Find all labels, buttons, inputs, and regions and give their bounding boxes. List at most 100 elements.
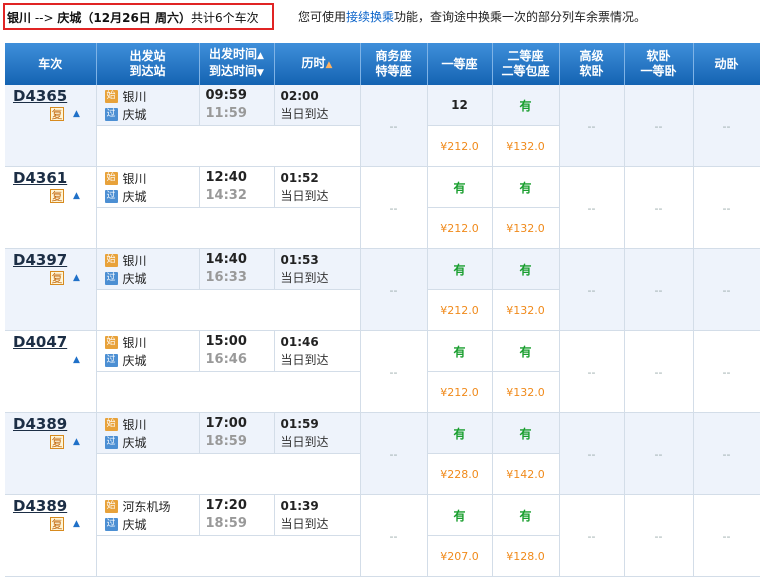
soft-sleeper-seat: -- bbox=[624, 412, 694, 495]
departure-time: 15:00 bbox=[205, 334, 247, 349]
price-spacer bbox=[96, 207, 361, 249]
soft-sleeper-seat: -- bbox=[624, 248, 694, 331]
high-soft-sleeper-seat: -- bbox=[559, 494, 625, 577]
second-class-price: ¥132.0 bbox=[492, 207, 560, 249]
col-first: 一等座 bbox=[427, 43, 493, 85]
first-class-seat: 有 bbox=[427, 494, 493, 536]
price-spacer bbox=[96, 535, 361, 577]
pass-station-icon: 过 bbox=[104, 517, 118, 531]
dongwo-seat: -- bbox=[693, 85, 760, 167]
fu-icon[interactable]: 复 bbox=[50, 517, 64, 531]
dongwo-seat: -- bbox=[693, 248, 760, 331]
arrival-day: 当日到达 bbox=[280, 271, 329, 285]
second-class-seat: 有 bbox=[492, 330, 560, 372]
route-summary: 银川 --> 庆城（12月26日 周六）共计6个车次 bbox=[3, 3, 274, 30]
hint-prefix: 您可使用 bbox=[298, 10, 347, 24]
duration-cell: 01:59 当日到达 bbox=[274, 412, 361, 454]
business-seat: -- bbox=[360, 494, 428, 577]
station-cell: 始银川过庆城 bbox=[96, 330, 200, 372]
station-cell: 始银川过庆城 bbox=[96, 412, 200, 454]
first-class-seat: 12 bbox=[427, 85, 493, 126]
train-row: D4397 复 ▲ 始银川过庆城 14:40 16:33 01:53 当日到达 -- 有有 -- --… bbox=[5, 248, 760, 331]
duration-cell: 01:39 当日到达 bbox=[274, 494, 361, 536]
time-cell: 15:00 16:46 bbox=[199, 330, 275, 372]
arrival-day: 当日到达 bbox=[280, 435, 329, 449]
route-date: （12月26日 周六） bbox=[81, 11, 191, 25]
duration-cell: 01:52 当日到达 bbox=[274, 166, 361, 208]
second-class-price: ¥132.0 bbox=[492, 125, 560, 167]
expand-stops-icon[interactable]: ▲ bbox=[73, 519, 80, 529]
to-station: 庆城 bbox=[122, 353, 147, 368]
duration-value: 01:39 bbox=[280, 499, 319, 513]
time-cell: 14:40 16:33 bbox=[199, 248, 275, 290]
sort-down-icon[interactable]: ▼ bbox=[257, 68, 264, 78]
fu-icon[interactable]: 复 bbox=[50, 271, 64, 285]
header-row: 车次 出发站 到达站 出发时间▲ 到达时间▼ 历时▲ 商务座 特等座 一等座 二等座… bbox=[5, 43, 760, 85]
fu-icon[interactable]: 复 bbox=[50, 107, 64, 121]
train-list: D4365 复 ▲ 始银川过庆城 09:59 11:59 02:00 当日到达 -- 12 有 -- -… bbox=[5, 85, 760, 577]
route-count: 共计6个车次 bbox=[190, 11, 259, 25]
route-arrow: --> bbox=[34, 11, 54, 25]
duration-value: 01:46 bbox=[280, 335, 319, 349]
col-train[interactable]: 车次 bbox=[5, 43, 97, 85]
first-class-price: ¥207.0 bbox=[427, 535, 493, 577]
sort-duration-icon[interactable]: ▲ bbox=[326, 60, 333, 70]
pass-station-icon: 过 bbox=[104, 353, 118, 367]
second-class-seat: 有 bbox=[492, 494, 560, 536]
business-seat: -- bbox=[360, 412, 428, 495]
soft-sleeper-seat: -- bbox=[624, 166, 694, 249]
arrival-time: 11:59 bbox=[205, 106, 247, 121]
to-station: 庆城 bbox=[122, 189, 147, 204]
duration-value: 01:59 bbox=[280, 417, 319, 431]
fu-icon[interactable]: 复 bbox=[50, 435, 64, 449]
departure-time: 17:00 bbox=[205, 416, 247, 431]
departure-time: 14:40 bbox=[205, 252, 247, 267]
expand-stops-icon[interactable]: ▲ bbox=[73, 273, 80, 283]
col-dongwo: 动卧 bbox=[693, 43, 760, 85]
train-row: D4365 复 ▲ 始银川过庆城 09:59 11:59 02:00 当日到达 -- 12 有 -- -… bbox=[5, 85, 760, 167]
start-station-icon: 始 bbox=[104, 171, 118, 185]
top-bar: 银川 --> 庆城（12月26日 周六）共计6个车次 您可使用接续换乘功能，查询… bbox=[0, 0, 760, 44]
departure-time: 09:59 bbox=[205, 88, 247, 103]
dongwo-seat: -- bbox=[693, 166, 760, 249]
train-number-link[interactable]: D4365 bbox=[13, 87, 67, 105]
second-class-seat: 有 bbox=[492, 248, 560, 290]
train-table: 车次 出发站 到达站 出发时间▲ 到达时间▼ 历时▲ 商务座 特等座 一等座 二等座… bbox=[5, 43, 760, 577]
col-soft: 软卧 一等卧 bbox=[624, 43, 694, 85]
transfer-hint: 您可使用接续换乘功能，查询途中换乘一次的部分列车余票情况。 bbox=[298, 8, 646, 25]
route-to: 庆城 bbox=[57, 11, 82, 25]
price-spacer bbox=[96, 453, 361, 495]
train-number-link[interactable]: D4389 bbox=[13, 497, 67, 515]
second-class-price: ¥128.0 bbox=[492, 535, 560, 577]
train-number-link[interactable]: D4047 bbox=[13, 333, 67, 351]
duration-cell: 02:00 当日到达 bbox=[274, 85, 361, 126]
col-time[interactable]: 出发时间▲ 到达时间▼ bbox=[199, 43, 275, 85]
from-station: 银川 bbox=[122, 417, 147, 432]
train-number-link[interactable]: D4361 bbox=[13, 169, 67, 187]
from-station: 银川 bbox=[122, 253, 147, 268]
expand-stops-icon[interactable]: ▲ bbox=[73, 355, 80, 365]
station-cell: 始银川过庆城 bbox=[96, 166, 200, 208]
arrival-day: 当日到达 bbox=[280, 189, 329, 203]
pass-station-icon: 过 bbox=[104, 435, 118, 449]
business-seat: -- bbox=[360, 166, 428, 249]
start-station-icon: 始 bbox=[104, 253, 118, 267]
train-number-link[interactable]: D4397 bbox=[13, 251, 67, 269]
business-seat: -- bbox=[360, 85, 428, 167]
second-class-price: ¥142.0 bbox=[492, 453, 560, 495]
high-soft-sleeper-seat: -- bbox=[559, 330, 625, 413]
col-station[interactable]: 出发站 到达站 bbox=[96, 43, 200, 85]
train-number-link[interactable]: D4389 bbox=[13, 415, 67, 433]
expand-stops-icon[interactable]: ▲ bbox=[73, 437, 80, 447]
expand-stops-icon[interactable]: ▲ bbox=[73, 191, 80, 201]
fu-icon[interactable]: 复 bbox=[50, 189, 64, 203]
expand-stops-icon[interactable]: ▲ bbox=[73, 109, 80, 119]
transfer-link[interactable]: 接续换乘 bbox=[346, 10, 394, 24]
second-class-seat: 有 bbox=[492, 166, 560, 208]
route-from: 银川 bbox=[7, 11, 32, 25]
col-duration[interactable]: 历时▲ bbox=[274, 43, 361, 85]
sort-up-icon[interactable]: ▲ bbox=[257, 51, 264, 61]
train-row: D4047 ▲ 始银川过庆城 15:00 16:46 01:46 当日到达 -- 有有 -- -- -… bbox=[5, 330, 760, 413]
departure-time: 17:20 bbox=[205, 498, 247, 513]
second-class-price: ¥132.0 bbox=[492, 371, 560, 413]
